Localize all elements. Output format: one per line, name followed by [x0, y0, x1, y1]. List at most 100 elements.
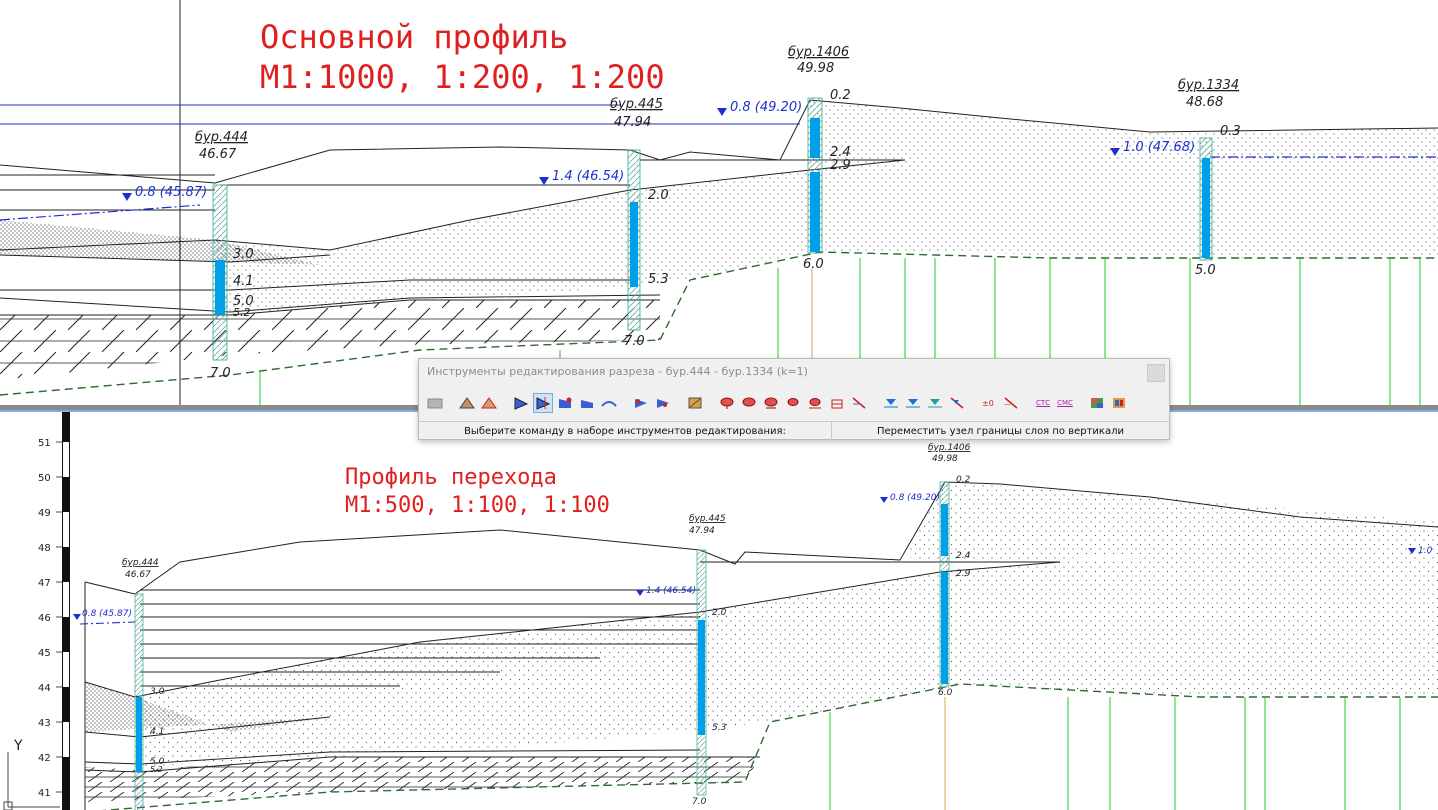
hatch-icon[interactable]	[685, 393, 705, 413]
bh-elev: 46.67	[125, 570, 151, 580]
water-delete-icon[interactable]	[947, 393, 967, 413]
layer-icon[interactable]	[425, 393, 445, 413]
axis-tick: 49	[38, 508, 51, 519]
bh-name: бур.1406	[928, 443, 971, 453]
cmc-icon[interactable]: СМС	[1055, 393, 1075, 413]
water-level: 1.4 (46.54)	[646, 586, 696, 596]
bh-elev: 47.94	[614, 115, 651, 130]
transition-profile-drawing: 51 50 49 48 47 46 45 44 43 42 41 Y Профи…	[3, 412, 1438, 810]
depth: 6.0	[803, 257, 824, 272]
axis-tick: 43	[38, 718, 51, 729]
borehole-1406[interactable]	[939, 481, 950, 688]
depth: 0.2	[830, 88, 851, 103]
transition-title: Профиль перехода	[345, 465, 557, 490]
depth: 5.3	[648, 272, 669, 287]
node-move-icon[interactable]	[511, 393, 531, 413]
transition-scale: М1:500, 1:100, 1:100	[345, 493, 610, 518]
borehole-1334[interactable]	[1199, 137, 1213, 261]
water-level: 1.4 (46.54)	[552, 169, 624, 184]
boundary-icon[interactable]	[599, 393, 619, 413]
boundary-split-icon[interactable]	[631, 393, 651, 413]
depth: 5.2	[150, 765, 163, 774]
depth: 2.9	[830, 158, 851, 173]
bh-name: бур.445	[689, 514, 726, 524]
profile-icon[interactable]	[457, 393, 477, 413]
bh-name: бур.444	[122, 558, 159, 568]
node-delete-icon[interactable]	[577, 393, 597, 413]
depth: 5.3	[712, 723, 727, 733]
main-profile-drawing: Основной профиль М1:1000, 1:200, 1:200 б…	[0, 0, 1438, 407]
water-level: 1.0 (47.68)	[1123, 140, 1195, 155]
main-profile-viewport[interactable]: Основной профиль М1:1000, 1:200, 1:200 б…	[0, 0, 1438, 407]
axis-tick: 47	[38, 578, 51, 589]
toolbar-status-bar: Выберите команду в наборе инструментов р…	[419, 421, 1169, 440]
settings-icon[interactable]	[1109, 393, 1129, 413]
sample-delete-icon[interactable]	[783, 393, 803, 413]
sample-add-icon[interactable]	[739, 393, 759, 413]
node-add-icon[interactable]	[555, 393, 575, 413]
node-move-vertical-icon[interactable]	[533, 393, 553, 413]
depth: 3.0	[150, 687, 165, 697]
water-level: 0.8 (49.20)	[890, 493, 940, 503]
label-icon[interactable]: ±0	[979, 393, 999, 413]
section-edit-toolbar[interactable]: Инструменты редактирования разреза - бур…	[418, 358, 1170, 440]
water-level: 1.0	[1418, 546, 1433, 556]
axis-tick: 44	[38, 683, 51, 694]
axis-tick: 50	[38, 473, 51, 484]
depth: 2.0	[712, 608, 727, 618]
bh-name: бур.444	[195, 130, 248, 145]
status-prompt: Выберите команду в наборе инструментов р…	[419, 422, 832, 440]
bh-elev: 48.68	[1186, 95, 1223, 110]
water-move-icon[interactable]	[925, 393, 945, 413]
water-level: 0.8 (49.20)	[730, 100, 802, 115]
water-add-icon[interactable]	[903, 393, 923, 413]
borehole-445[interactable]	[627, 149, 641, 331]
status-current-command: Переместить узел границы слоя по вертика…	[876, 425, 1124, 437]
sample-clear-icon[interactable]	[827, 393, 847, 413]
depth: 6.0	[938, 688, 953, 698]
sample-edit-icon[interactable]	[805, 393, 825, 413]
depth: 2.9	[956, 569, 971, 579]
profile-cut-icon[interactable]	[479, 393, 499, 413]
svg-text:—: —	[1004, 400, 1011, 408]
axis-tick: 45	[38, 648, 51, 659]
depth: 2.4	[956, 551, 971, 561]
depth: 0.2	[956, 475, 971, 485]
depth: 5.2	[233, 306, 251, 319]
borehole-444[interactable]	[212, 184, 228, 361]
sample-icon[interactable]	[717, 393, 737, 413]
transition-profile-viewport[interactable]: 51 50 49 48 47 46 45 44 43 42 41 Y Профи…	[0, 410, 1438, 810]
axis-tick: 51	[38, 438, 51, 449]
depth: 7.0	[624, 334, 645, 349]
ctc-icon[interactable]: СТС	[1033, 393, 1053, 413]
water-level: 0.8 (45.87)	[135, 185, 207, 200]
boundary-join-icon[interactable]	[653, 393, 673, 413]
axis-tick: 48	[38, 543, 51, 554]
sample-move-icon[interactable]	[761, 393, 781, 413]
water-level: 0.8 (45.87)	[82, 609, 132, 619]
depth: 7.0	[692, 797, 707, 807]
depth: 5.0	[1195, 263, 1216, 278]
label-delete-icon[interactable]: —	[1001, 393, 1021, 413]
ucs-icon	[3, 752, 60, 810]
depth: 4.1	[150, 727, 164, 737]
legend-icon[interactable]	[1087, 393, 1107, 413]
depth: 7.0	[210, 366, 231, 381]
depth: 3.0	[233, 247, 254, 262]
main-title: Основной профиль	[260, 18, 568, 56]
bh-name: бур.445	[610, 97, 663, 112]
depth: 4.1	[233, 274, 254, 289]
main-scale: М1:1000, 1:200, 1:200	[260, 58, 665, 96]
toolbar-title[interactable]: Инструменты редактирования разреза - бур…	[427, 365, 808, 378]
borehole-444[interactable]	[134, 593, 144, 810]
svg-text:±0: ±0	[982, 399, 994, 408]
delete-line-icon[interactable]	[849, 393, 869, 413]
borehole-445[interactable]	[696, 549, 707, 796]
depth: 2.0	[648, 188, 669, 203]
depth: 0.3	[1220, 124, 1241, 139]
bh-name: бур.1406	[788, 45, 849, 60]
borehole-1406[interactable]	[807, 97, 823, 254]
close-button[interactable]	[1147, 364, 1165, 382]
axis-tick: 42	[38, 753, 51, 764]
water-icon[interactable]	[881, 393, 901, 413]
